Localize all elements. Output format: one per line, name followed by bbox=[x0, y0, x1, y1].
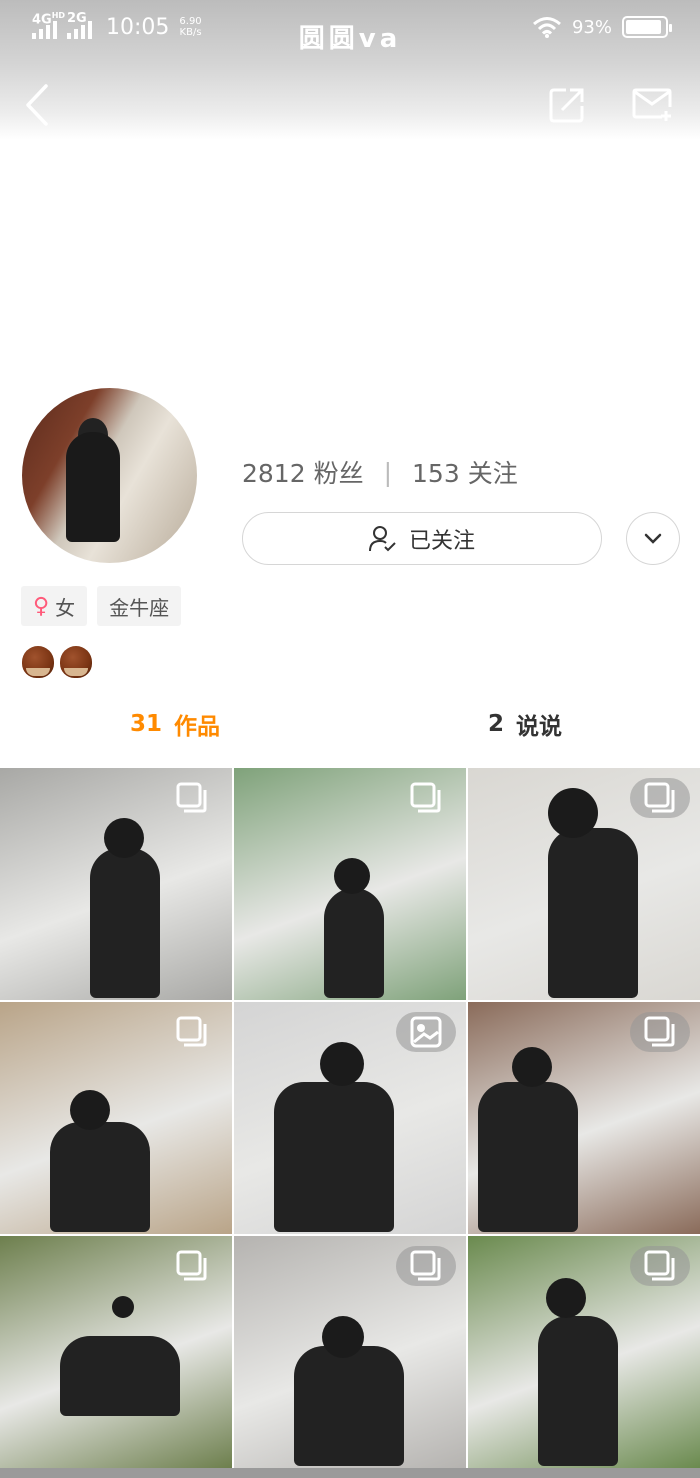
mail-plus-icon bbox=[632, 88, 672, 121]
avatar[interactable] bbox=[22, 388, 197, 563]
badges bbox=[22, 646, 92, 678]
battery-icon bbox=[622, 16, 672, 38]
fans-stat[interactable]: 2812 粉丝 bbox=[242, 454, 364, 490]
multi-image-icon bbox=[644, 782, 675, 813]
photo-type-badge bbox=[630, 1012, 690, 1052]
photo-type-badge bbox=[630, 1246, 690, 1286]
share-icon bbox=[549, 88, 584, 123]
photo-grid bbox=[0, 768, 700, 1468]
tab-works[interactable]: 31 作品 bbox=[0, 698, 350, 750]
content-tabs: 31 作品 2 说说 bbox=[0, 698, 700, 750]
photo-tile[interactable] bbox=[234, 1002, 466, 1234]
nav-bar bbox=[0, 70, 700, 140]
photo-type-badge bbox=[396, 1012, 456, 1052]
photo-tile[interactable] bbox=[0, 768, 232, 1000]
photo-type-badge bbox=[396, 778, 456, 818]
photo-tile[interactable] bbox=[234, 1236, 466, 1468]
photo-tile[interactable] bbox=[0, 1002, 232, 1234]
photo-type-badge bbox=[396, 1246, 456, 1286]
multi-image-icon bbox=[410, 782, 441, 813]
gender-tag: ♀ 女 bbox=[21, 586, 88, 626]
photo-tile[interactable] bbox=[234, 768, 466, 1000]
profile-stats: 2812 粉丝 | 153 关注 bbox=[242, 454, 518, 490]
tab-posts[interactable]: 2 说说 bbox=[350, 698, 700, 750]
more-options-button[interactable] bbox=[626, 512, 680, 565]
photo-tile[interactable] bbox=[468, 768, 700, 1000]
chestnut-icon bbox=[60, 646, 92, 678]
chevron-down-icon bbox=[644, 533, 662, 544]
signal-4g-icon: 4GHD bbox=[32, 11, 65, 39]
followed-button[interactable]: 已关注 bbox=[242, 512, 602, 565]
network-speed: 6.90 KB/s bbox=[179, 16, 202, 38]
multi-image-icon bbox=[644, 1016, 675, 1047]
next-row-peek bbox=[0, 1468, 700, 1478]
chevron-left-icon bbox=[26, 84, 48, 126]
stats-separator: | bbox=[383, 457, 393, 487]
photo-type-badge bbox=[630, 778, 690, 818]
chestnut-icon bbox=[22, 646, 54, 678]
multi-image-icon bbox=[644, 1250, 675, 1281]
photo-tile[interactable] bbox=[0, 1236, 232, 1468]
photo-tile[interactable] bbox=[468, 1236, 700, 1468]
wifi-icon bbox=[533, 17, 561, 38]
user-check-icon bbox=[368, 525, 396, 551]
multi-image-icon bbox=[176, 782, 207, 813]
photo-type-badge bbox=[162, 1012, 222, 1052]
clock: 10:05 bbox=[106, 14, 170, 40]
female-icon: ♀ bbox=[33, 593, 50, 619]
back-button[interactable] bbox=[16, 84, 58, 126]
message-button[interactable] bbox=[632, 84, 674, 126]
profile-tags: ♀ 女 金牛座 bbox=[21, 586, 182, 626]
following-stat[interactable]: 153 关注 bbox=[412, 454, 518, 490]
zodiac-tag: 金牛座 bbox=[97, 586, 182, 626]
photo-tile[interactable] bbox=[468, 1002, 700, 1234]
signal-2g-icon: 2G bbox=[67, 11, 92, 39]
image-icon bbox=[410, 1016, 442, 1048]
multi-image-icon bbox=[410, 1250, 441, 1281]
share-button[interactable] bbox=[546, 84, 588, 126]
photo-type-badge bbox=[162, 1246, 222, 1286]
multi-image-icon bbox=[176, 1016, 207, 1047]
multi-image-icon bbox=[176, 1250, 207, 1281]
photo-type-badge bbox=[162, 778, 222, 818]
status-bar: 4GHD 2G 10:05 6.90 KB/s 93% bbox=[0, 0, 700, 54]
battery-percent: 93% bbox=[571, 16, 612, 38]
